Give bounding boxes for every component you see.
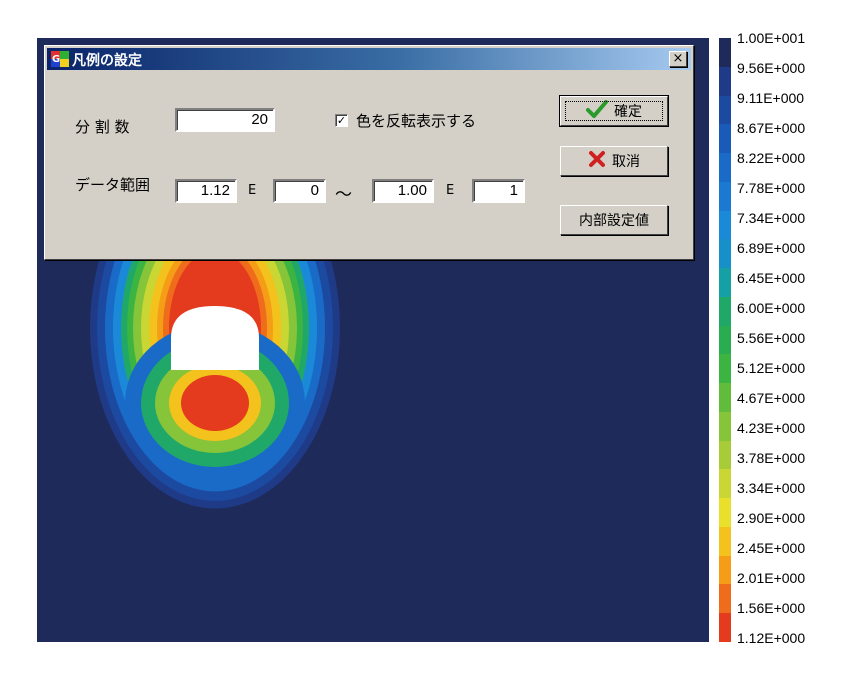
app-icon: G [51,51,69,67]
dialog-titlebar[interactable]: G 凡例の設定 × [47,48,691,70]
legend-swatch [719,526,731,557]
legend-label: 8.22E+000 [737,150,806,166]
contour-band [181,375,249,431]
legend-label: 4.67E+000 [737,390,806,406]
legend-swatch [719,613,731,643]
legend-swatch [719,498,731,528]
legend-swatch [719,325,731,355]
legend-label: 1.12E+000 [737,630,806,646]
legend-swatch [719,95,731,125]
x-icon [588,150,606,172]
max-exponent-field[interactable]: 1 [472,179,525,203]
legend-label: 7.78E+000 [737,180,806,196]
legend-swatch [719,411,731,442]
min-exponent-label: E [248,183,257,198]
legend-label: 2.01E+000 [737,570,806,586]
legend-color-bar [719,38,731,643]
legend-label: 7.34E+000 [737,210,806,226]
legend-swatch [719,354,731,384]
legend-swatch [719,124,731,154]
legend-swatch [719,153,731,183]
legend-label: 2.45E+000 [737,540,806,556]
legend-swatch [719,38,731,68]
max-exponent-label: E [446,183,455,198]
legend-label: 5.12E+000 [737,360,806,376]
legend-label: 6.00E+000 [737,300,806,316]
max-mantissa-field[interactable]: 1.00 [372,179,434,203]
divisions-label: 分 割 数 [75,118,130,136]
invert-colors-checkbox[interactable]: ✓ [335,114,348,127]
legend-label: 6.45E+000 [737,270,806,286]
internal-settings-button[interactable]: 内部設定値 [560,205,668,235]
legend-label: 6.89E+000 [737,240,806,256]
focus-rect [565,101,663,121]
legend-swatch [719,239,731,269]
legend-label: 1.56E+000 [737,600,806,616]
range-separator: ～ [335,185,352,205]
legend-label: 9.11E+000 [737,90,805,106]
legend-label: 5.56E+000 [737,330,806,346]
legend-swatch [719,296,731,327]
close-button[interactable]: × [669,51,687,67]
legend-swatch [719,469,731,499]
legend-swatch [719,383,731,413]
legend-swatch [719,210,731,240]
invert-colors-label[interactable]: 色を反転表示する [356,110,476,131]
ok-button[interactable]: 確定 [559,95,669,127]
dialog-title: 凡例の設定 [72,53,142,69]
legend-swatch [719,268,731,298]
internal-settings-label: 内部設定値 [579,213,649,229]
legend-label: 3.34E+000 [737,480,806,496]
divisions-field[interactable]: 20 [175,108,275,132]
legend-swatch [719,440,731,470]
legend-settings-dialog: G 凡例の設定 × 分 割 数 20 ✓ 色を反転表示する データ範囲 1.12… [44,45,694,260]
legend-swatch [719,181,731,212]
legend-swatch [719,66,731,96]
min-exponent-field[interactable]: 0 [273,179,326,203]
legend-swatch [719,584,731,614]
min-mantissa-field[interactable]: 1.12 [175,179,237,203]
cancel-button[interactable]: 取消 [560,146,668,176]
legend-swatch [719,555,731,585]
legend-label: 4.23E+000 [737,420,806,436]
legend-label: 3.78E+000 [737,450,806,466]
data-range-label: データ範囲 [75,176,151,194]
close-icon: × [672,51,684,66]
legend-label: 8.67E+000 [737,120,806,136]
opening-shape [171,306,259,370]
checkmark-icon: ✓ [336,114,347,127]
cancel-label: 取消 [612,154,640,170]
legend-label: 9.56E+000 [737,60,806,76]
legend-label: 2.90E+000 [737,510,806,526]
svg-text:G: G [52,54,60,65]
legend-label: 1.00E+001 [737,30,806,46]
